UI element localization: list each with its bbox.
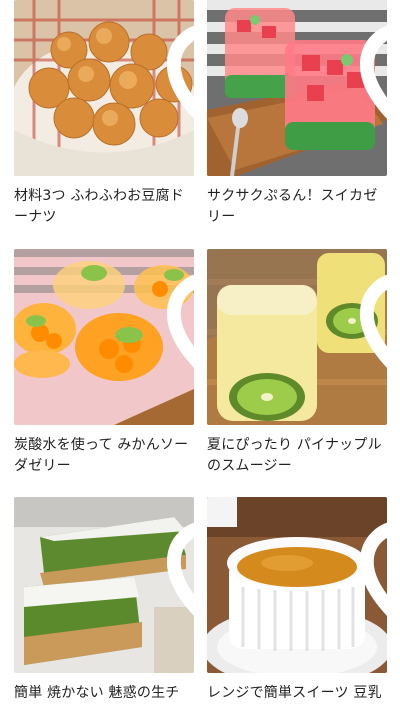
recipe-photo[interactable] [207, 0, 387, 176]
heart-outline-icon [359, 25, 387, 119]
recipe-title[interactable]: レンジで簡単スイーツ 豆乳 [207, 683, 387, 704]
favorite-button[interactable] [353, 257, 387, 368]
heart-outline-icon [166, 274, 194, 368]
recipe-photo[interactable] [207, 249, 387, 425]
recipe-title[interactable]: 材料3つ ふわふわお豆腐ドーナツ [14, 186, 194, 228]
recipe-photo[interactable] [14, 497, 194, 673]
favorite-button[interactable] [160, 257, 194, 368]
recipe-title[interactable]: 簡単 焼かない 魅惑の生チ [14, 683, 194, 704]
heart-outline-icon [359, 274, 387, 368]
recipe-card-soy-milk-pudding[interactable]: レンジで簡単スイーツ 豆乳 [207, 497, 387, 704]
heart-outline-icon [359, 522, 387, 616]
recipe-photo[interactable] [207, 497, 387, 673]
heart-outline-icon [166, 522, 194, 616]
recipe-card-matcha-cake[interactable]: 簡単 焼かない 魅惑の生チ [14, 497, 194, 704]
favorite-button[interactable] [160, 8, 194, 119]
recipe-title[interactable]: サクサクぷるん！スイカゼリー [207, 186, 387, 228]
favorite-button[interactable] [353, 505, 387, 616]
recipe-card-watermelon-jelly[interactable]: サクサクぷるん！スイカゼリー [207, 0, 387, 228]
recipe-grid: 材料3つ ふわふわお豆腐ドーナツ サクサクぷるん！スイカゼリー 炭酸水を使って … [0, 0, 400, 701]
recipe-card-pineapple-smoothie[interactable]: 夏にぴったり パイナップルのスムージー [207, 249, 387, 477]
recipe-title[interactable]: 夏にぴったり パイナップルのスムージー [207, 435, 387, 477]
favorite-button[interactable] [353, 8, 387, 119]
recipe-photo[interactable] [14, 0, 194, 176]
heart-outline-icon [166, 25, 194, 119]
recipe-title[interactable]: 炭酸水を使って みかんソーダゼリー [14, 435, 194, 477]
recipe-photo[interactable] [14, 249, 194, 425]
recipe-card-orange-soda-jelly[interactable]: 炭酸水を使って みかんソーダゼリー [14, 249, 194, 477]
recipe-card-tofu-donut[interactable]: 材料3つ ふわふわお豆腐ドーナツ [14, 0, 194, 228]
favorite-button[interactable] [160, 505, 194, 616]
